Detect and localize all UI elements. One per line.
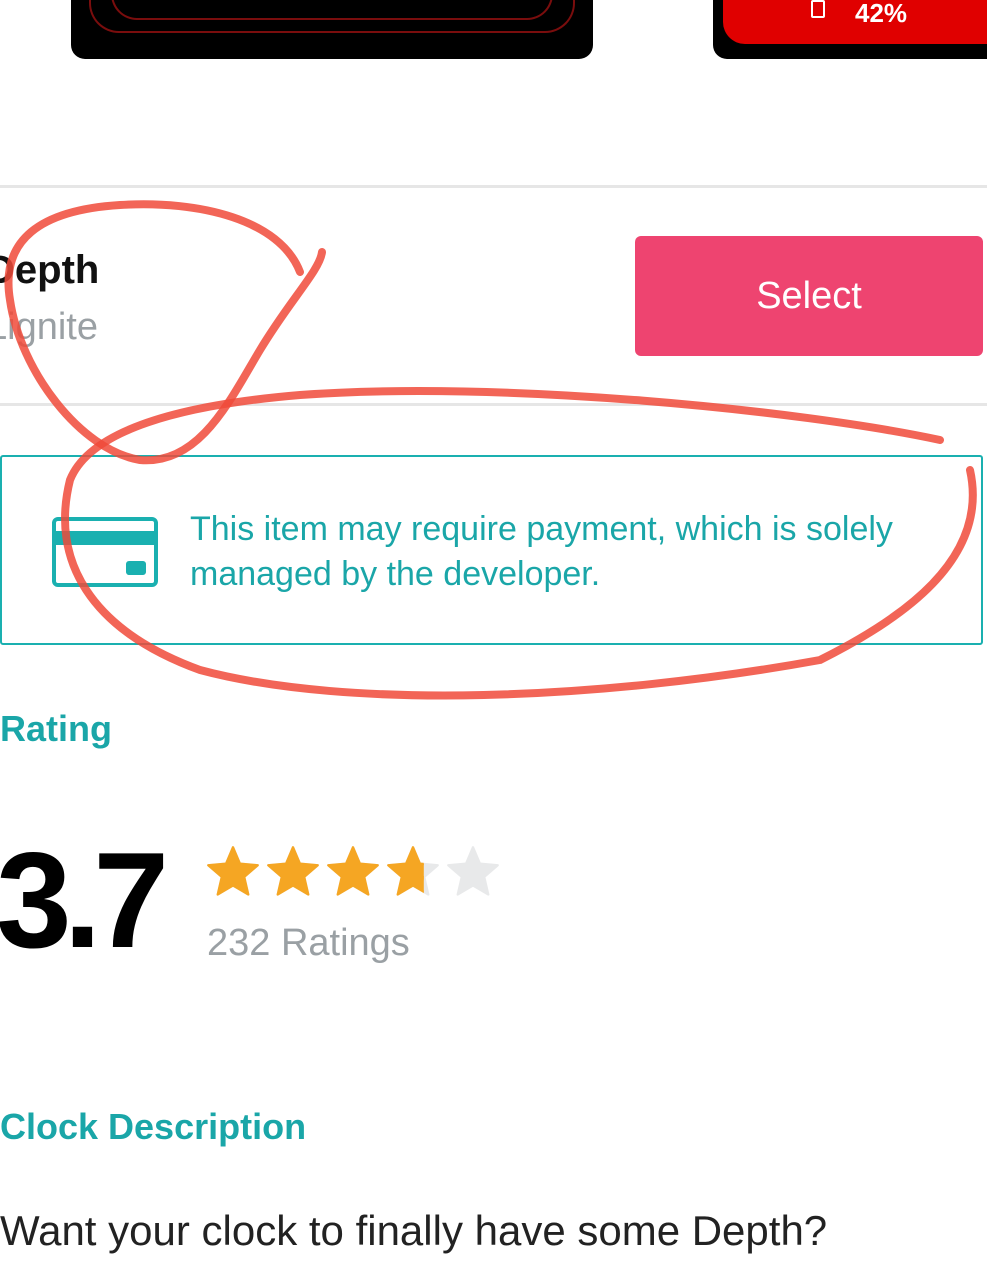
- ratings-count: 232 Ratings: [207, 922, 410, 964]
- star-icon: [266, 845, 320, 899]
- clock-thumbnail-2[interactable]: 42%: [713, 0, 987, 59]
- description-text: Want your clock to finally have some Dep…: [0, 1207, 828, 1254]
- divider: [0, 185, 987, 188]
- battery-percent: 42%: [855, 0, 908, 28]
- clock-thumbnail-1[interactable]: [71, 0, 593, 59]
- star-icon: [386, 845, 440, 899]
- rating-heading: Rating: [0, 708, 112, 749]
- description-heading: Clock Description: [0, 1106, 307, 1147]
- developer-name[interactable]: Lignite: [0, 306, 98, 349]
- star-icon: [446, 845, 500, 899]
- select-button[interactable]: Select: [635, 236, 983, 356]
- payment-notice: This item may require payment, which is …: [0, 455, 983, 645]
- battery-icon: [811, 0, 825, 18]
- payment-notice-text: This item may require payment, which is …: [190, 510, 893, 593]
- divider: [0, 403, 987, 406]
- credit-card-icon: [52, 517, 158, 587]
- star-rating: [206, 845, 500, 899]
- rating-score: 3.7: [0, 824, 169, 976]
- item-title: Depth: [0, 248, 100, 292]
- star-icon: [326, 845, 380, 899]
- star-icon: [206, 845, 260, 899]
